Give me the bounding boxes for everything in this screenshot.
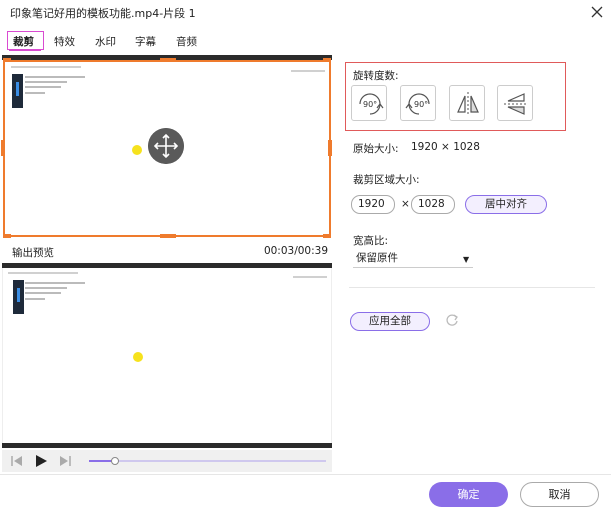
divider (349, 287, 595, 288)
progress-knob[interactable] (111, 457, 120, 465)
doc-line (25, 92, 45, 94)
doc-line (25, 292, 61, 294)
ok-button[interactable]: 确定 (429, 482, 508, 507)
doc-line (291, 70, 325, 72)
crop-height-input[interactable]: 1028 (411, 195, 455, 214)
output-preview-label: 输出预览 (12, 247, 54, 259)
tab-watermark[interactable]: 水印 (95, 34, 116, 49)
title-bar: 印象笔记好用的模板功能.mp4-片段 1 (0, 0, 611, 26)
crop-handle-bottom[interactable] (160, 234, 176, 238)
doc-line (25, 81, 67, 83)
doc-line (25, 76, 85, 78)
crop-handle-bottom-left[interactable] (3, 234, 11, 238)
output-preview-row: 输出预览 00:03/00:39 (12, 245, 328, 259)
flip-vertical-icon (504, 93, 528, 115)
cancel-button[interactable]: 取消 (520, 482, 599, 507)
tab-subtitles[interactable]: 字幕 (135, 34, 156, 49)
rotate-ccw-90-icon: 90° (405, 93, 430, 115)
doc-line (11, 66, 81, 68)
rotate-cw-label: 90° (363, 100, 377, 109)
rotate-ccw-90-button[interactable]: 90° (400, 85, 436, 121)
doc-line (293, 276, 327, 278)
flip-vertical-button[interactable] (497, 85, 533, 121)
crop-area-label: 裁剪区域大小: (353, 174, 420, 186)
crop-width-input[interactable]: 1920 (351, 195, 395, 214)
original-size-label: 原始大小: (353, 143, 399, 155)
times-sign: × (401, 198, 410, 210)
crop-handle-right[interactable] (328, 140, 332, 156)
reset-icon[interactable] (445, 313, 459, 327)
close-icon[interactable] (588, 3, 606, 21)
output-preview (2, 268, 332, 443)
output-bottom-bar (2, 443, 332, 448)
crop-handle-bottom-right[interactable] (323, 234, 331, 238)
next-frame-icon[interactable] (58, 454, 72, 468)
doc-line (25, 298, 45, 300)
panel-bar (16, 82, 19, 96)
crop-handle-top-left[interactable] (3, 58, 11, 62)
prev-frame-icon[interactable] (10, 454, 24, 468)
footer-divider (0, 474, 611, 475)
panel-bar (17, 288, 20, 302)
flip-horizontal-icon (457, 92, 479, 116)
chevron-down-icon: ▼ (463, 255, 470, 264)
flip-horizontal-button[interactable] (449, 85, 485, 121)
rotation-label: 旋转度数: (353, 70, 399, 82)
video-side-panel (12, 74, 23, 108)
original-size-value: 1920 × 1028 (411, 141, 480, 153)
rotate-ccw-label: 90° (414, 100, 428, 109)
window-title: 印象笔记好用的模板功能.mp4-片段 1 (10, 7, 196, 20)
crop-handle-left[interactable] (1, 140, 5, 156)
doc-line (25, 86, 61, 88)
video-side-panel (13, 280, 24, 314)
crop-handle-top[interactable] (160, 58, 176, 62)
crop-handle-top-right[interactable] (323, 58, 331, 62)
tab-effects[interactable]: 特效 (54, 34, 75, 49)
cursor-dot (133, 352, 143, 362)
tab-bar: 裁剪 特效 水印 字幕 音频 (0, 30, 611, 52)
play-icon[interactable] (34, 454, 48, 468)
tab-audio[interactable]: 音频 (176, 34, 197, 49)
move-icon[interactable] (148, 128, 184, 164)
cursor-dot (132, 145, 142, 155)
rotate-cw-90-icon: 90° (359, 93, 384, 115)
apply-all-button[interactable]: 应用全部 (350, 312, 430, 331)
center-align-button[interactable]: 居中对齐 (465, 195, 547, 214)
crop-editor-window: 印象笔记好用的模板功能.mp4-片段 1 裁剪 特效 水印 字幕 音频 输出预览… (0, 0, 611, 518)
progress-track[interactable] (89, 460, 326, 462)
doc-line (25, 282, 85, 284)
aspect-ratio-select[interactable]: 保留原件 (353, 250, 473, 268)
doc-line (8, 272, 78, 274)
time-display: 00:03/00:39 (263, 245, 328, 257)
doc-line (25, 287, 67, 289)
active-tab-outline (7, 31, 44, 50)
aspect-ratio-label: 宽高比: (353, 235, 389, 247)
rotate-cw-90-button[interactable]: 90° (351, 85, 387, 121)
active-tab-underline (9, 49, 41, 51)
